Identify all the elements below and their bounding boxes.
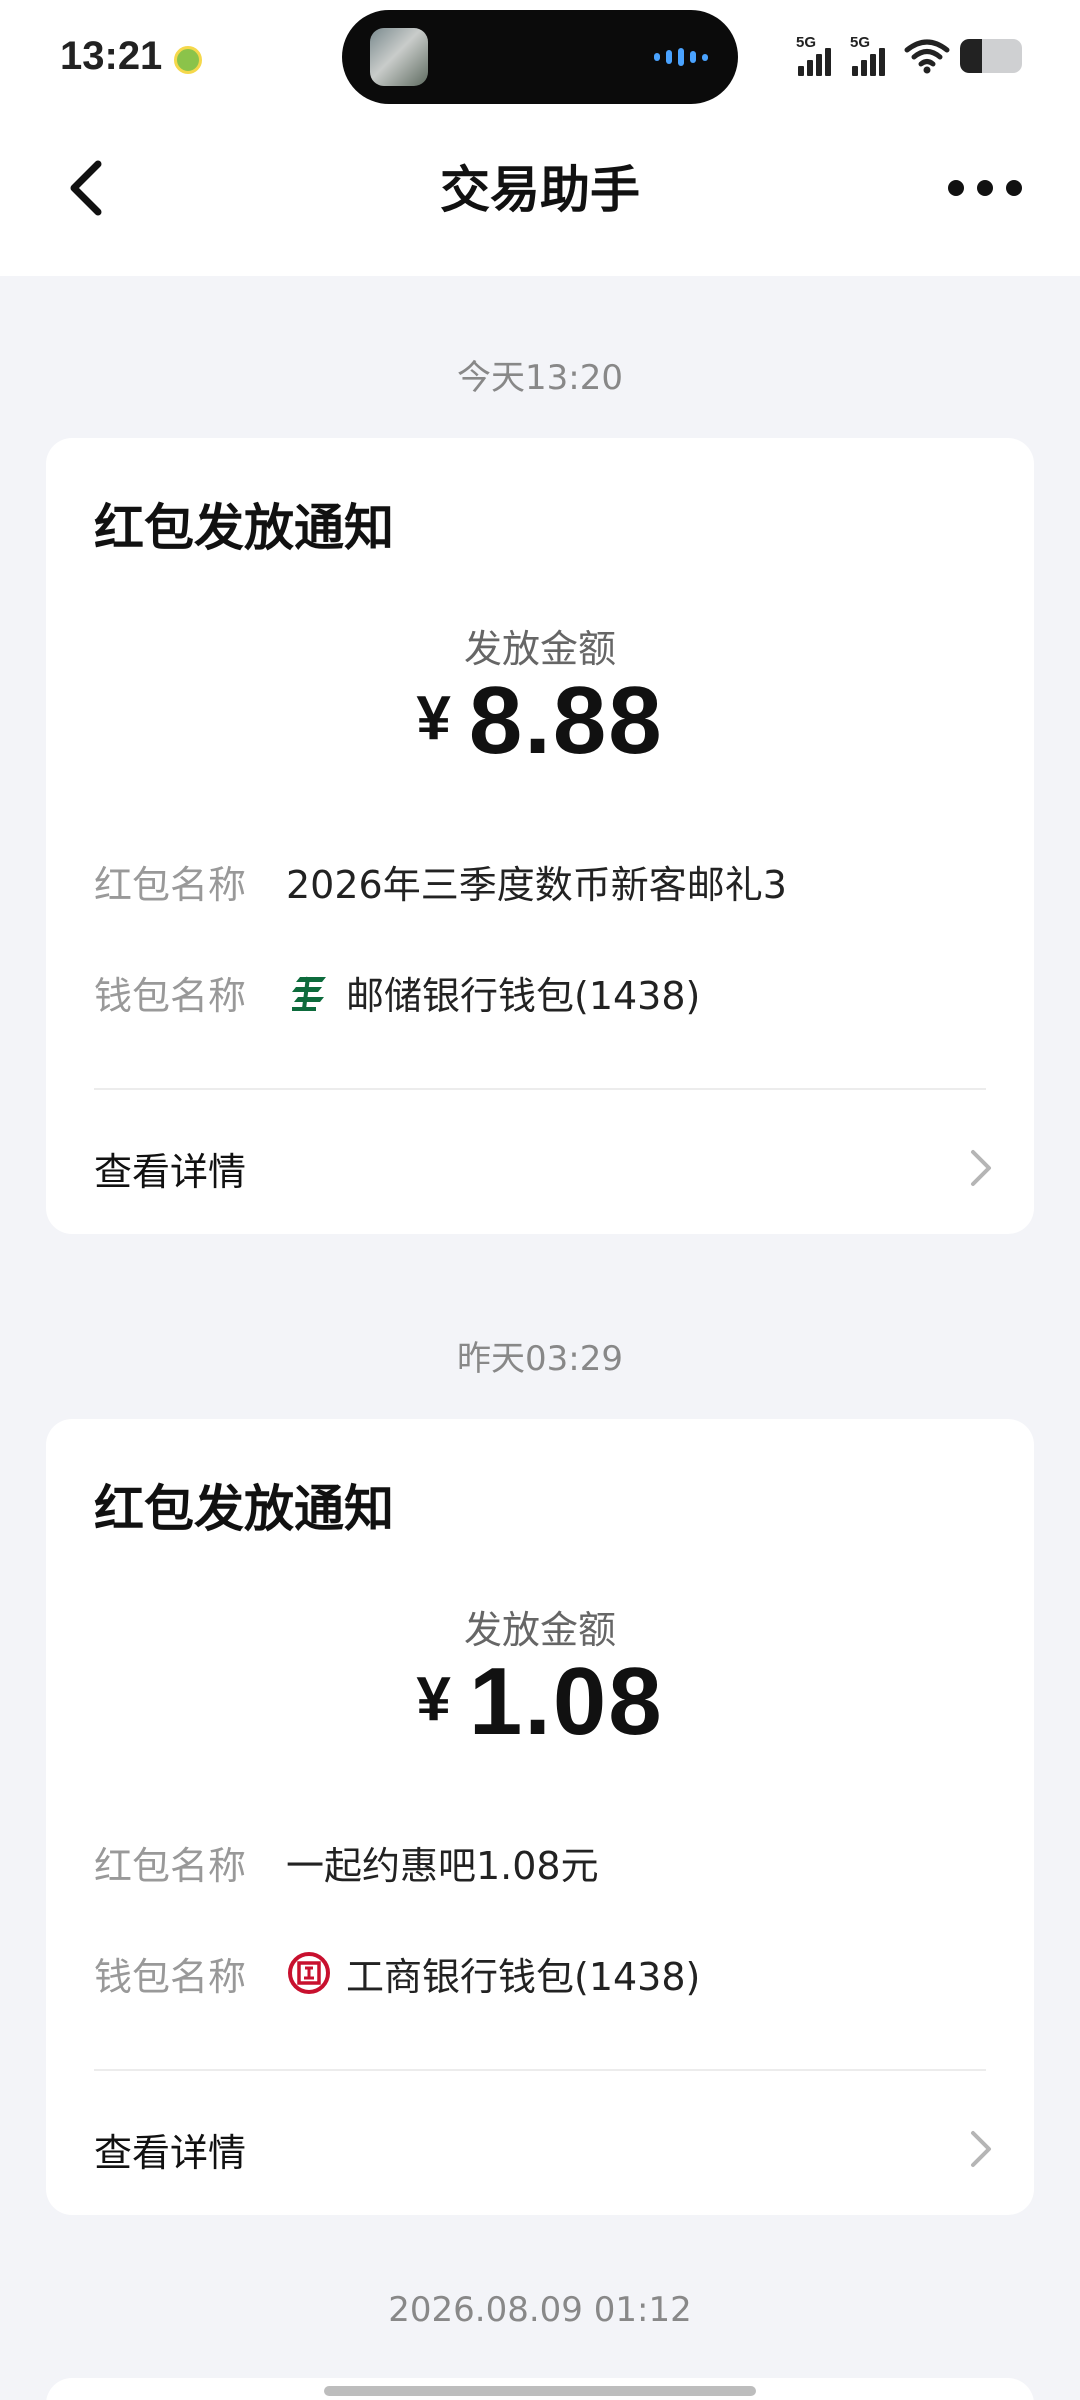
amount-label: 发放金额	[463, 627, 616, 671]
amount-label: 发放金额	[463, 1608, 616, 1652]
battery-level-fill	[960, 39, 982, 73]
message-timestamp: 昨天03:29	[457, 1339, 623, 1379]
chevron-right-icon	[971, 2131, 991, 2167]
currency-symbol: ¥	[416, 1665, 451, 1734]
wallet-value-group: 邮储银行钱包(1438)	[286, 965, 700, 1020]
row-label: 红包名称	[94, 862, 247, 907]
divider	[94, 2069, 986, 2071]
status-bar: 13:21 5G 5G	[0, 0, 1080, 120]
view-details-label: 查看详情	[94, 1149, 247, 1194]
wallet-name-value: 邮储银行钱包(1438)	[346, 973, 701, 1018]
amount-display: ¥1.08	[46, 1647, 1034, 1757]
dynamic-island[interactable]	[342, 10, 738, 104]
row-label: 钱包名称	[94, 1954, 247, 1999]
currency-symbol: ¥	[416, 684, 451, 753]
wifi-icon	[904, 39, 950, 74]
home-indicator[interactable]	[324, 2386, 756, 2396]
row-label: 钱包名称	[94, 973, 247, 1018]
amount-value: 8.88	[468, 667, 664, 774]
card-title: 红包发放通知	[94, 1480, 394, 1538]
message-timestamp: 今天13:20	[457, 358, 623, 398]
status-time: 13:21	[60, 34, 163, 78]
audio-wave-icon	[654, 48, 708, 66]
nav-bar: 交易助手	[0, 120, 1080, 276]
chevron-right-icon	[971, 1150, 991, 1186]
redpacket-name-value: 一起约惠吧1.08元	[286, 1843, 599, 1888]
status-indicators: 5G 5G	[796, 34, 1022, 76]
cellular-signal-icon: 5G	[850, 34, 894, 76]
amount-display: ¥8.88	[46, 666, 1034, 776]
row-label: 红包名称	[94, 1843, 247, 1888]
media-thumbnail	[370, 28, 428, 86]
view-details-link[interactable]: 查看详情	[94, 2109, 994, 2189]
view-details-label: 查看详情	[94, 2130, 247, 2175]
view-details-link[interactable]: 查看详情	[94, 1128, 994, 1208]
page-title: 交易助手	[440, 161, 640, 219]
card-title: 红包发放通知	[94, 499, 394, 557]
cellular-signal-icon: 5G	[796, 34, 840, 76]
redpacket-name-row: 红包名称 一起约惠吧1.08元	[94, 1832, 994, 1892]
postal-savings-bank-logo-icon	[292, 976, 326, 1011]
redpacket-name-value: 2026年三季度数币新客邮礼3	[286, 862, 787, 907]
wallet-name-row: 钱包名称 工商银行钱包(1438)	[94, 1943, 994, 2003]
redpacket-name-row: 红包名称 2026年三季度数币新客邮礼3	[94, 851, 994, 911]
battery-icon	[960, 39, 1022, 73]
redpacket-notice-card[interactable]: 红包发放通知 发放金额 ¥1.08 红包名称 一起约惠吧1.08元 钱包名称 工…	[46, 1419, 1034, 2215]
icbc-logo-icon	[288, 1952, 330, 1994]
message-timestamp: 2026.08.09 01:12	[388, 2290, 692, 2330]
divider	[94, 1088, 986, 1090]
wallet-value-group: 工商银行钱包(1438)	[286, 1946, 700, 2001]
amount-value: 1.08	[468, 1648, 664, 1755]
notification-app-icon	[174, 46, 202, 74]
wallet-name-row: 钱包名称 邮储银行钱包(1438)	[94, 962, 994, 1022]
more-dots-icon[interactable]	[948, 168, 1022, 208]
wallet-name-value: 工商银行钱包(1438)	[346, 1954, 701, 1999]
redpacket-notice-card[interactable]: 红包发放通知 发放金额 ¥8.88 红包名称 2026年三季度数币新客邮礼3 钱…	[46, 438, 1034, 1234]
